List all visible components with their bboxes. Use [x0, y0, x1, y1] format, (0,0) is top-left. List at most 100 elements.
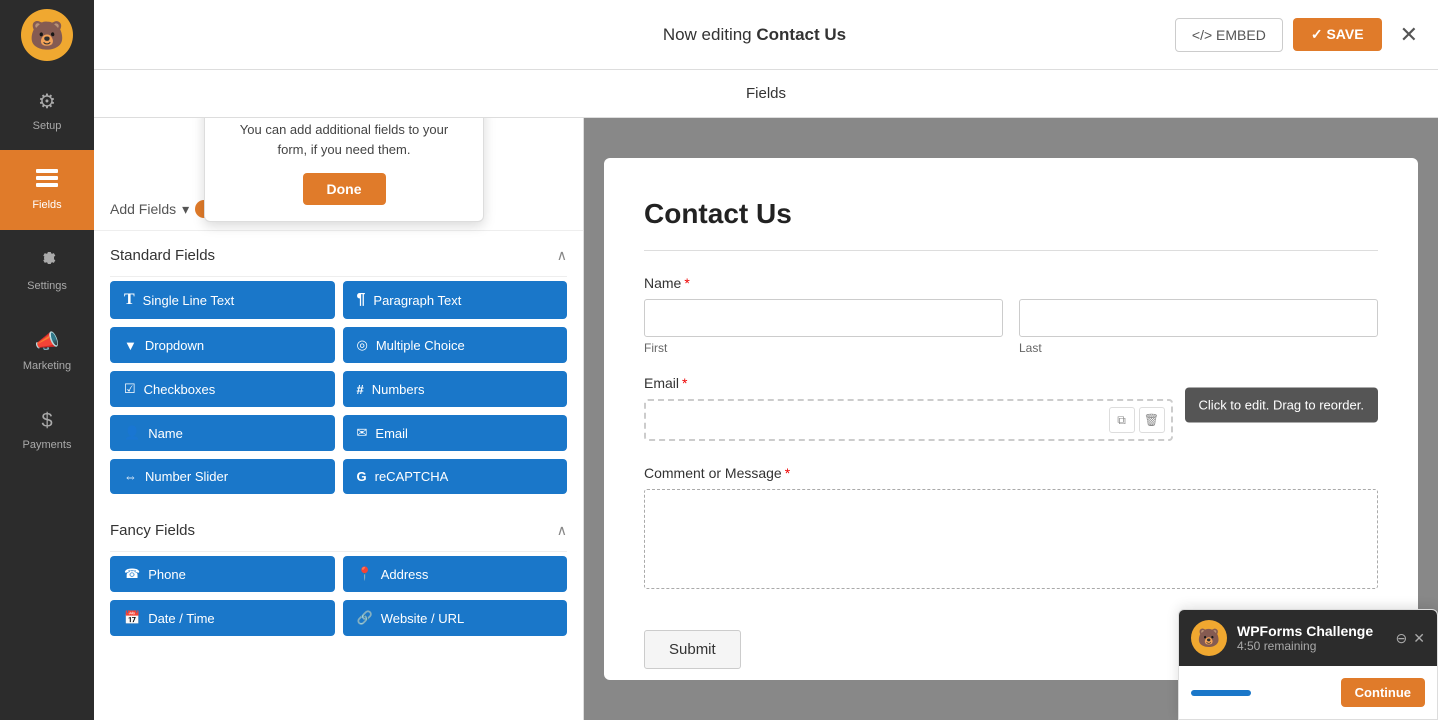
recaptcha-label: reCAPTCHA: [375, 469, 449, 484]
address-icon: 📍: [357, 566, 373, 582]
email-label: Email: [375, 426, 408, 441]
last-name-label: Last: [1019, 341, 1378, 355]
email-field-dashed[interactable]: ⧉ 🗑: [644, 399, 1173, 441]
form-name: Contact Us: [756, 25, 846, 44]
form-preview-title: Contact Us: [644, 198, 1378, 230]
header-title: Now editing Contact Us: [334, 25, 1175, 45]
field-btn-website-url[interactable]: 🔗 Website / URL: [343, 600, 568, 636]
comment-label-text: Comment or Message: [644, 465, 782, 481]
name-icon: 👤: [124, 425, 140, 441]
phone-label: Phone: [148, 567, 186, 582]
sub-header: Fields: [94, 70, 1438, 118]
numbers-label: Numbers: [372, 382, 425, 397]
sidebar-label-marketing: Marketing: [23, 360, 71, 372]
date-time-label: Date / Time: [148, 611, 214, 626]
sidebar-item-payments[interactable]: $ Payments: [0, 390, 94, 470]
field-btn-email[interactable]: ✉ Email: [343, 415, 568, 451]
dropdown-label: Dropdown: [145, 338, 204, 353]
sidebar-item-settings[interactable]: Settings: [0, 230, 94, 310]
payments-icon: $: [41, 410, 52, 433]
save-button[interactable]: ✓ SAVE: [1293, 18, 1382, 51]
field-btn-paragraph-text[interactable]: ¶ Paragraph Text: [343, 281, 568, 319]
address-label: Address: [381, 567, 429, 582]
sidebar-label-payments: Payments: [23, 439, 72, 451]
standard-fields-header: Standard Fields ∧: [94, 231, 583, 276]
editing-prefix: Now editing: [663, 25, 757, 44]
comment-input[interactable]: [644, 489, 1378, 589]
sidebar-logo: 🐻: [0, 0, 94, 70]
email-actions: ⧉ 🗑: [1109, 407, 1165, 433]
chevron-down-icon: ▾: [182, 201, 189, 218]
field-btn-number-slider[interactable]: ⇔ Number Slider: [110, 459, 335, 494]
email-copy-button[interactable]: ⧉: [1109, 407, 1135, 433]
challenge-close-icon[interactable]: ✕: [1413, 630, 1425, 647]
numbers-icon: #: [357, 382, 364, 397]
settings-icon: [37, 248, 57, 274]
challenge-info: WPForms Challenge 4:50 remaining: [1237, 623, 1373, 653]
sidebar-item-marketing[interactable]: 📣 Marketing: [0, 310, 94, 390]
close-button[interactable]: ✕: [1400, 22, 1418, 48]
form-preview: Contact Us Name * First: [604, 158, 1418, 680]
email-input[interactable]: [656, 411, 1161, 427]
field-btn-address[interactable]: 📍 Address: [343, 556, 568, 592]
challenge-avatar: 🐻: [1191, 620, 1227, 656]
field-btn-multiple-choice[interactable]: ◎ Multiple Choice: [343, 327, 568, 363]
challenge-minimize-icon[interactable]: ⊖: [1396, 630, 1408, 647]
standard-fields-chevron[interactable]: ∧: [557, 247, 567, 264]
fancy-fields-header: Fancy Fields ∧: [94, 506, 583, 551]
sidebar-item-setup[interactable]: ⚙ Setup: [0, 70, 94, 150]
field-btn-recaptcha[interactable]: G reCAPTCHA: [343, 459, 568, 494]
name-label: Name *: [644, 275, 1378, 291]
marketing-icon: 📣: [35, 329, 60, 354]
top-header: Now editing Contact Us </> EMBED ✓ SAVE …: [94, 0, 1438, 70]
multiple-choice-label: Multiple Choice: [376, 338, 465, 353]
last-name-wrap: Last: [1019, 299, 1378, 355]
sidebar-label-settings: Settings: [27, 280, 67, 292]
dropdown-icon: ▼: [124, 338, 137, 353]
challenge-title: WPForms Challenge: [1237, 623, 1373, 639]
header-actions: </> EMBED ✓ SAVE ✕: [1175, 18, 1418, 52]
challenge-timer: 4:50 remaining: [1237, 639, 1373, 653]
field-btn-dropdown[interactable]: ▼ Dropdown: [110, 327, 335, 363]
paragraph-text-icon: ¶: [357, 291, 366, 309]
fancy-fields-title: Fancy Fields: [110, 522, 195, 539]
date-time-icon: 📅: [124, 610, 140, 626]
first-name-input[interactable]: [644, 299, 1003, 337]
field-btn-phone[interactable]: ☎ Phone: [110, 556, 335, 592]
recaptcha-icon: G: [357, 469, 367, 484]
field-btn-date-time[interactable]: 📅 Date / Time: [110, 600, 335, 636]
website-url-icon: 🔗: [357, 610, 373, 626]
standard-fields-grid: T Single Line Text ¶ Paragraph Text ▼ Dr…: [94, 281, 583, 506]
left-panel: You can add additional fields to your fo…: [94, 118, 584, 720]
fields-icon: [36, 169, 58, 193]
sidebar-label-setup: Setup: [33, 120, 62, 132]
last-name-input[interactable]: [1019, 299, 1378, 337]
email-icon: ✉: [357, 425, 368, 441]
fields-tab[interactable]: Fields: [746, 85, 786, 102]
comment-label: Comment or Message *: [644, 465, 1378, 481]
challenge-header: 🐻 WPForms Challenge 4:50 remaining ⊖ ✕: [1179, 610, 1437, 666]
submit-button[interactable]: Submit: [644, 630, 741, 669]
field-btn-checkboxes[interactable]: ☑ Checkboxes: [110, 371, 335, 407]
done-button[interactable]: Done: [303, 173, 386, 205]
setup-icon: ⚙: [38, 89, 56, 114]
email-label-text: Email: [644, 375, 679, 391]
name-required-star: *: [684, 275, 689, 291]
single-line-text-label: Single Line Text: [143, 293, 235, 308]
sidebar-item-fields[interactable]: Fields: [0, 150, 94, 230]
email-input-row: ⧉ 🗑 Click to edit. Drag to reorder.: [644, 399, 1378, 445]
field-btn-numbers[interactable]: # Numbers: [343, 371, 568, 407]
challenge-body: Continue: [1179, 666, 1437, 719]
continue-button[interactable]: Continue: [1341, 678, 1425, 707]
fancy-fields-chevron[interactable]: ∧: [557, 522, 567, 539]
checkboxes-icon: ☑: [124, 381, 136, 397]
number-slider-label: Number Slider: [145, 469, 228, 484]
tooltip-text: You can add additional fields to your fo…: [225, 120, 463, 159]
paragraph-text-label: Paragraph Text: [373, 293, 461, 308]
email-delete-button[interactable]: 🗑: [1139, 407, 1165, 433]
sidebar: 🐻 ⚙ Setup Fields Settings 📣 Marketing $ …: [0, 0, 94, 720]
field-btn-name[interactable]: 👤 Name: [110, 415, 335, 451]
tab-add-fields[interactable]: Add Fields ▾: [110, 200, 213, 218]
field-btn-single-line-text[interactable]: T Single Line Text: [110, 281, 335, 319]
embed-button[interactable]: </> EMBED: [1175, 18, 1283, 52]
